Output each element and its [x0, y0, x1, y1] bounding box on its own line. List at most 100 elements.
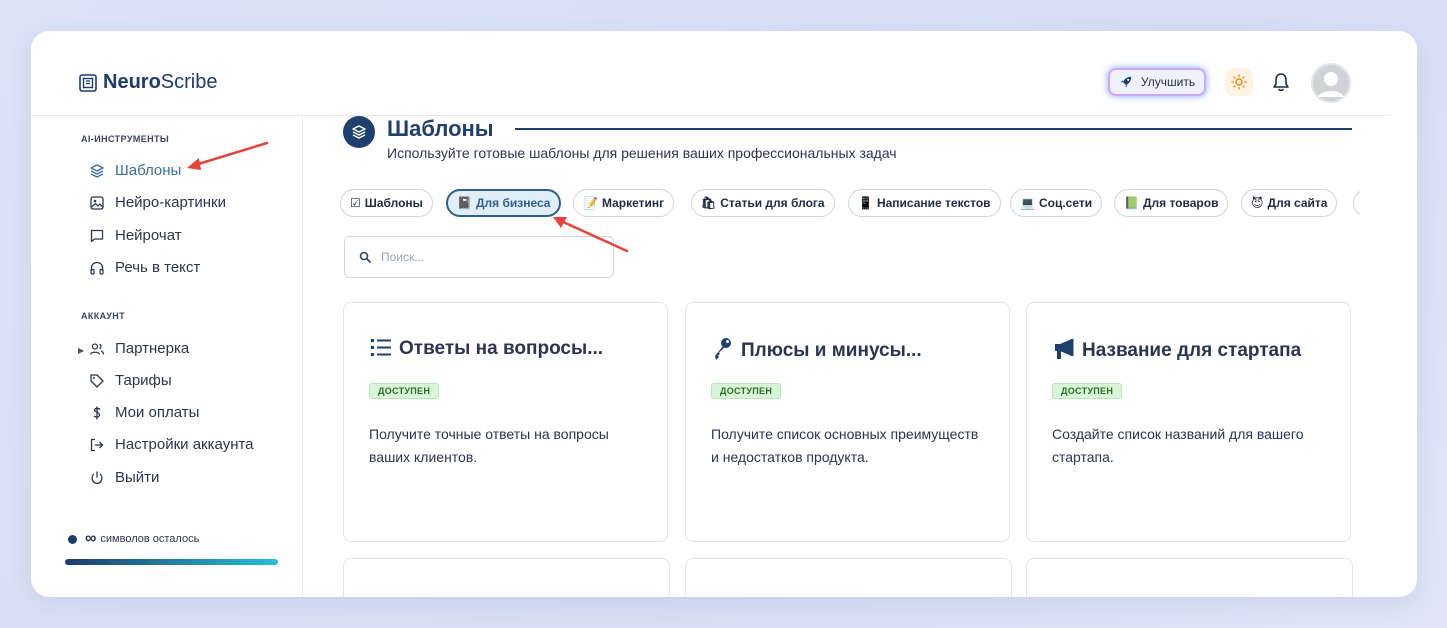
sidebar-item-label: Выйти	[115, 469, 160, 486]
chip-label: Статьи для блога	[720, 196, 825, 210]
search-icon	[359, 251, 371, 263]
sidebar-item-payments[interactable]: Мои оплаты	[89, 404, 199, 421]
app-window: NeuroScribe Улучшить AI-ИНСТРУМЕНТЫ Шабл…	[31, 31, 1417, 597]
sidebar-item-logout[interactable]: Выйти	[89, 469, 159, 486]
list-icon	[371, 339, 391, 356]
status-badge: ДОСТУПЕН	[1052, 383, 1123, 399]
sidebar-item-account-settings[interactable]: Настройки аккаунта	[89, 436, 254, 453]
sidebar-item-tariffs[interactable]: Тарифы	[89, 372, 172, 389]
chip-blog-articles[interactable]: 🛍 Статьи для блога	[691, 189, 835, 217]
power-icon	[91, 471, 103, 484]
laptop-icon: 💻	[1020, 196, 1035, 210]
title-divider	[515, 128, 1352, 130]
user-avatar-icon	[1311, 63, 1351, 103]
template-card[interactable]	[1026, 558, 1353, 597]
infinity-symbol: ∞	[85, 530, 97, 547]
page-title: Шаблоны	[387, 116, 494, 141]
headphones-icon	[90, 261, 104, 275]
top-header: NeuroScribe Улучшить	[31, 31, 1391, 116]
sidebar-item-partners[interactable]: Партнерка	[89, 340, 189, 357]
chip-label: Маркетинг	[601, 196, 665, 210]
exit-icon	[90, 438, 104, 451]
search-input[interactable]: Поиск...	[344, 236, 614, 278]
sidebar-item-neuro-images[interactable]: Нейро-картинки	[89, 194, 226, 211]
card-title: Название для стартапа	[1082, 340, 1302, 361]
chip-label: Шаблоны	[364, 196, 423, 210]
checkbox-icon: ☑	[350, 196, 361, 210]
theme-toggle-button[interactable]	[1225, 68, 1253, 96]
template-card[interactable]: Плюсы и минусы... ДОСТУПЕН Получите спис…	[685, 302, 1010, 542]
section-title-ai: AI-ИНСТРУМЕНТЫ	[81, 134, 170, 144]
chip-label: Написание текстов	[876, 196, 991, 210]
logo[interactable]: NeuroScribe	[79, 71, 218, 94]
chip-copywriting[interactable]: 📱 Написание текстов	[848, 189, 1001, 217]
chat-icon	[90, 229, 104, 242]
card-title: Ответы на вопросы...	[399, 338, 604, 359]
bell-icon[interactable]	[1270, 71, 1292, 93]
template-card[interactable]	[343, 558, 670, 597]
notebook-icon: 📓	[457, 196, 472, 210]
shopping-bags-icon: 🛍	[701, 196, 717, 210]
sidebar-item-label: Мои оплаты	[115, 404, 200, 421]
upgrade-button[interactable]: Улучшить	[1108, 68, 1206, 96]
devil-icon: 😈	[1251, 196, 1264, 210]
logo-text-bold: Neuro	[103, 71, 161, 93]
rocket-icon	[1120, 76, 1132, 88]
users-icon	[89, 342, 105, 355]
status-badge: ДОСТУПЕН	[369, 383, 440, 399]
sidebar-item-label: Нейрочат	[115, 227, 182, 244]
status-badge: ДОСТУПЕН	[711, 383, 782, 399]
user-avatar[interactable]	[1311, 63, 1351, 103]
sun-icon	[1231, 74, 1247, 90]
caret-right-icon[interactable]: ▶	[78, 346, 84, 355]
title-layers-icon	[343, 116, 375, 148]
chip-label: Соц.сети	[1038, 196, 1093, 210]
main-content: Шаблоны Используйте готовые шаблоны для …	[303, 116, 1391, 597]
chip-products[interactable]: 📗 Для товаров	[1114, 189, 1229, 217]
layers-icon	[90, 163, 104, 178]
dollar-icon	[93, 406, 101, 419]
green-book-icon: 📗	[1124, 196, 1139, 210]
chip-label: Для сайта	[1267, 196, 1328, 210]
quota-dot	[68, 534, 77, 544]
card-description: Получите точные ответы на вопросы ваших …	[369, 426, 609, 465]
upgrade-label: Улучшить	[1140, 75, 1196, 89]
sidebar-item-speech-to-text[interactable]: Речь в текст	[89, 259, 200, 276]
card-title: Плюсы и минусы...	[741, 340, 922, 361]
logo-icon	[79, 73, 97, 92]
card-description: Создайте список названий для вашего стар…	[1052, 426, 1304, 465]
sidebar-item-label: Тарифы	[115, 372, 172, 389]
chip-social[interactable]: 💻 Соц.сети	[1010, 189, 1103, 217]
chip-business[interactable]: 📓 Для бизнеса	[446, 189, 562, 217]
sidebar: AI-ИНСТРУМЕНТЫ Шаблоны Нейро-картинки Не…	[31, 116, 303, 597]
chip-templates[interactable]: ☑ Шаблоны	[340, 189, 433, 217]
template-card[interactable]: Ответы на вопросы... ДОСТУПЕН Получите т…	[343, 302, 668, 542]
phone-icon: 📱	[858, 196, 873, 210]
sidebar-item-label: Нейро-картинки	[115, 194, 226, 211]
memo-icon: 📝	[583, 196, 598, 210]
category-chips: ☑ Шаблоны 📓 Для бизнеса 📝 Маркетинг 🛍 Статьи…	[340, 189, 1360, 221]
sidebar-item-label: Речь в текст	[115, 259, 201, 276]
key-icon	[715, 338, 731, 360]
quota-label: символов осталось	[100, 533, 200, 545]
chip-website[interactable]: 😈 Для сайта	[1241, 189, 1338, 217]
logo-text-light: Scribe	[160, 71, 218, 93]
template-card[interactable]: Название для стартапа ДОСТУПЕН Создайте …	[1026, 302, 1351, 542]
chip-more[interactable]	[1353, 189, 1360, 217]
chip-label: Для товаров	[1142, 196, 1219, 210]
card-description: Получите список основных преимуществ и н…	[711, 426, 979, 465]
tag-icon	[90, 373, 104, 388]
megaphone-icon	[1055, 339, 1074, 359]
template-card[interactable]	[685, 558, 1012, 597]
chip-label: Для бизнеса	[475, 196, 551, 210]
page-subtitle: Используйте готовые шаблоны для решения …	[387, 145, 897, 161]
sidebar-item-templates[interactable]: Шаблоны	[89, 162, 181, 179]
section-title-account: АККАУНТ	[81, 311, 126, 321]
sidebar-item-label: Шаблоны	[115, 162, 182, 179]
search-placeholder: Поиск...	[381, 250, 425, 264]
sidebar-item-neurochat[interactable]: Нейрочат	[89, 227, 182, 244]
image-icon	[90, 195, 104, 210]
sidebar-item-label: Партнерка	[115, 340, 190, 357]
sidebar-item-label: Настройки аккаунта	[115, 436, 254, 453]
chip-marketing[interactable]: 📝 Маркетинг	[573, 189, 675, 217]
